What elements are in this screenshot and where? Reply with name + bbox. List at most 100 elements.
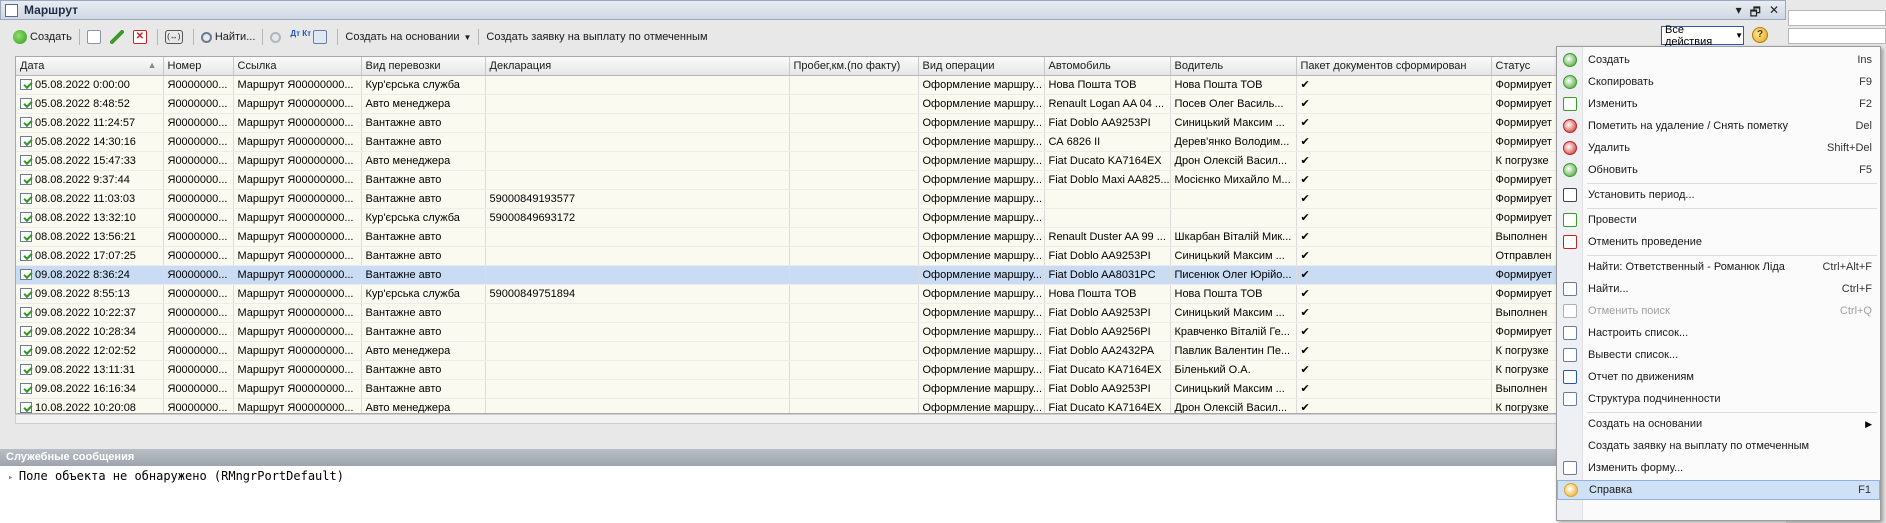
date-cell: 08.08.2022 11:03:03 <box>16 189 164 209</box>
table-row[interactable]: 05.08.2022 0:00:00 Я0000000... Маршрут Я00… <box>16 75 1779 95</box>
package-cell: ✔ <box>1296 284 1492 304</box>
table-row[interactable]: 05.08.2022 8:48:52 Я0000000... Маршрут Я00… <box>16 94 1779 114</box>
create-button[interactable]: Создать <box>10 27 75 47</box>
table-row[interactable]: 05.08.2022 11:24:57 Я0000000... Маршрут Я0… <box>16 113 1779 133</box>
chevron-down-icon: ▼ <box>1735 31 1743 40</box>
routes-table[interactable]: Дата ▲ Номер Ссылка Вид перевозки Декларация П… <box>15 56 1780 414</box>
menu-item-label: Создать <box>1588 54 1630 66</box>
pencil-icon <box>109 30 124 44</box>
menu-item-label: Найти: Ответственный - Романюк Ліда <box>1588 261 1785 273</box>
link-cell: Маршрут Я00000000... <box>233 227 362 247</box>
table-row[interactable]: 09.08.2022 10:22:37 Я0000000... Маршрут Я0… <box>16 303 1779 323</box>
create-based-label: Создать на основании <box>345 31 460 43</box>
date-cell: 09.08.2022 16:16:34 <box>16 379 164 399</box>
window-menu-button[interactable]: ▾ <box>1736 3 1742 24</box>
menu-item[interactable]: Отменить проведение <box>1557 232 1880 252</box>
help-button[interactable]: ? <box>1752 27 1768 43</box>
menu-item[interactable]: Структура подчиненности <box>1557 389 1880 409</box>
structure-icon <box>313 30 328 44</box>
driver-cell <box>1170 208 1297 228</box>
table-row[interactable]: 05.08.2022 14:30:16 Я0000000... Маршрут Я0… <box>16 132 1779 152</box>
column-header[interactable]: Вид операции <box>918 57 1045 76</box>
menu-item[interactable]: Создать на основании ▶ <box>1557 414 1880 434</box>
menu-item[interactable]: Пометить на удаление / Снять пометку Del <box>1557 116 1880 136</box>
number-cell: Я0000000... <box>163 151 234 171</box>
column-header[interactable]: Пакет документов сформирован <box>1296 57 1492 76</box>
edit-button[interactable] <box>107 27 130 47</box>
change-form-icon <box>1563 461 1577 475</box>
posted-document-icon <box>20 307 32 319</box>
column-header-label: Вид перевозки <box>365 59 441 72</box>
copy-button[interactable] <box>84 27 107 47</box>
menu-item[interactable]: Удалить Shift+Del <box>1557 138 1880 158</box>
column-header[interactable]: Вид перевозки <box>361 57 486 76</box>
table-row[interactable]: 09.08.2022 13:11:31 Я0000000... Маршрут Я0… <box>16 360 1779 380</box>
table-row[interactable]: 09.08.2022 8:36:24 Я0000000... Маршрут Я00… <box>16 265 1779 285</box>
link-cell: Маршрут Я00000000... <box>233 113 362 133</box>
table-row[interactable]: 08.08.2022 13:32:10 Я0000000... Маршрут Я0… <box>16 208 1779 228</box>
column-header[interactable]: Номер <box>163 57 234 76</box>
table-row[interactable]: 10.08.2022 10:20:08 Я0000000... Маршрут Я0… <box>16 398 1779 413</box>
menu-item[interactable]: Отчет по движениям <box>1557 367 1880 387</box>
menu-item[interactable]: Справка F1 <box>1557 480 1880 500</box>
menu-item[interactable]: Найти: Ответственный - Романюк Ліда Ctrl+… <box>1557 257 1880 277</box>
delete-button[interactable]: ✕ <box>130 27 153 47</box>
set-period-button[interactable]: (↔) <box>162 27 189 47</box>
column-header[interactable]: Пробег,км.(по факту) <box>789 57 919 76</box>
car-cell: Fiat Doblo AA9256PI <box>1044 322 1171 342</box>
create-icon <box>13 30 27 44</box>
menu-item-label: Изменить <box>1588 98 1638 110</box>
column-header[interactable]: Декларация <box>485 57 790 76</box>
number-cell: Я0000000... <box>163 94 234 114</box>
cancel-find-button[interactable] <box>267 27 287 47</box>
number-cell: Я0000000... <box>163 227 234 247</box>
movements-report-button[interactable]: Дт Кт <box>287 27 311 47</box>
menu-item[interactable]: Создать заявку на выплату по отмеченным <box>1557 436 1880 456</box>
menu-item[interactable]: Скопировать F9 <box>1557 72 1880 92</box>
driver-cell: Писенюк Олег Юрійо... <box>1170 265 1297 285</box>
menu-item[interactable]: Изменить форму... <box>1557 458 1880 478</box>
background-field-2[interactable] <box>1788 28 1886 44</box>
transport-kind-cell: Кур'єрська служба <box>361 75 486 95</box>
driver-cell: Біленький О.А. <box>1170 360 1297 380</box>
find-button[interactable]: Найти... <box>198 27 259 47</box>
menu-item[interactable]: Отменить поиск Ctrl+Q <box>1557 301 1880 321</box>
date-cell: 05.08.2022 0:00:00 <box>16 75 164 95</box>
menu-item[interactable]: Создать Ins <box>1557 50 1880 70</box>
menu-item-shortcut: Shift+Del <box>1827 142 1872 154</box>
menu-item-label: Отменить поиск <box>1588 305 1670 317</box>
number-cell: Я0000000... <box>163 189 234 209</box>
column-header-label: Декларация <box>489 59 552 72</box>
menu-item[interactable]: Вывести список... <box>1557 345 1880 365</box>
table-row[interactable]: 09.08.2022 8:55:13 Я0000000... Маршрут Я00… <box>16 284 1779 304</box>
menu-item[interactable]: Обновить F5 <box>1557 160 1880 180</box>
window-close-button[interactable]: ✕ <box>1769 3 1779 24</box>
table-row[interactable]: 08.08.2022 17:07:25 Я0000000... Маршрут Я0… <box>16 246 1779 266</box>
column-header[interactable]: Дата ▲ <box>16 57 164 76</box>
horizontal-scrollbar[interactable] <box>15 414 1780 424</box>
create-based-button[interactable]: Создать на основании ▼ <box>342 27 474 47</box>
menu-item[interactable]: Изменить F2 <box>1557 94 1880 114</box>
table-row[interactable]: 05.08.2022 15:47:33 Я0000000... Маршрут Я0… <box>16 151 1779 171</box>
table-row[interactable]: 08.08.2022 9:37:44 Я0000000... Маршрут Я00… <box>16 170 1779 190</box>
column-header[interactable]: Ссылка <box>233 57 362 76</box>
menu-item[interactable]: Установить период... <box>1557 185 1880 205</box>
all-actions-button[interactable]: Все действия ▼ <box>1661 24 1744 48</box>
menu-item[interactable]: Провести <box>1557 210 1880 230</box>
table-row[interactable]: 08.08.2022 11:03:03 Я0000000... Маршрут Я0… <box>16 189 1779 209</box>
menu-item[interactable]: Настроить список... <box>1557 323 1880 343</box>
structure-button[interactable] <box>310 27 333 47</box>
table-row[interactable]: 09.08.2022 12:02:52 Я0000000... Маршрут Я0… <box>16 341 1779 361</box>
window-restore-button[interactable]: 🗗 <box>1750 3 1761 24</box>
table-row[interactable]: 08.08.2022 13:56:21 Я0000000... Маршрут Я0… <box>16 227 1779 247</box>
link-cell: Маршрут Я00000000... <box>233 170 362 190</box>
create-request-button[interactable]: Создать заявку на выплату по отмеченным <box>483 27 710 47</box>
column-header-label: Дата <box>20 59 45 72</box>
column-header[interactable]: Водитель <box>1170 57 1297 76</box>
posted-document-icon <box>20 136 32 148</box>
table-row[interactable]: 09.08.2022 10:28:34 Я0000000... Маршрут Я0… <box>16 322 1779 342</box>
background-field[interactable] <box>1788 10 1886 26</box>
column-header[interactable]: Автомобиль <box>1044 57 1171 76</box>
menu-item[interactable]: Найти... Ctrl+F <box>1557 279 1880 299</box>
table-row[interactable]: 09.08.2022 16:16:34 Я0000000... Маршрут Я0… <box>16 379 1779 399</box>
